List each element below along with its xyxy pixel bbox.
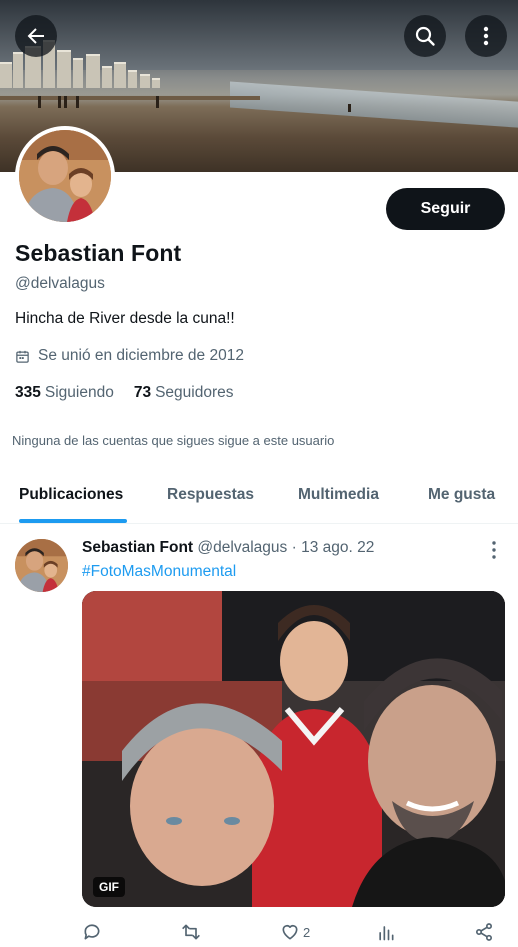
post-media-gif[interactable]: GIF: [82, 591, 505, 907]
search-button[interactable]: [404, 15, 446, 57]
calendar-icon: [16, 350, 29, 363]
share-icon: [476, 923, 492, 941]
profile-name: Sebastian Font: [15, 240, 182, 266]
post-author-handle[interactable]: @delvalagus: [197, 539, 287, 556]
profile-handle: @delvalagus: [15, 275, 105, 292]
follow-button[interactable]: Seguir: [386, 188, 505, 230]
search-icon: [415, 26, 435, 46]
retweet-icon: [182, 924, 200, 940]
mutual-follow-note: Ninguna de las cuentas que sigues sigue …: [12, 433, 335, 448]
post-actions: 2: [82, 918, 505, 946]
join-date: Se unió en diciembre de 2012: [15, 347, 244, 365]
followers-link[interactable]: 73 Seguidores: [134, 384, 234, 402]
active-tab-indicator: [19, 519, 127, 523]
more-options-button[interactable]: [465, 15, 507, 57]
heart-icon: [282, 924, 298, 940]
profile-tabs: Publicaciones Respuestas Multimedia Me g…: [0, 466, 518, 524]
gif-badge: GIF: [93, 877, 125, 897]
post-author-name[interactable]: Sebastian Font: [82, 539, 193, 556]
join-date-text: Se unió en diciembre de 2012: [38, 347, 244, 364]
arrow-left-icon: [27, 28, 44, 44]
like-button[interactable]: 2: [280, 922, 310, 942]
more-vertical-icon: [483, 26, 489, 46]
profile-bio: Hincha de River desde la cuna!!: [15, 310, 235, 327]
like-count: 2: [303, 924, 311, 940]
following-link[interactable]: 335 Siguiendo: [15, 384, 114, 402]
post-separator: ·: [291, 539, 297, 556]
tab-respuestas[interactable]: Respuestas: [167, 486, 254, 504]
post-date[interactable]: 13 ago. 22: [301, 539, 374, 556]
follow-stats: 335 Siguiendo 73 Seguidores: [15, 384, 234, 402]
post-author-avatar[interactable]: [15, 539, 68, 592]
reply-icon: [84, 924, 100, 940]
views-button[interactable]: [376, 922, 399, 942]
post-hashtag[interactable]: #FotoMasMonumental: [82, 563, 236, 581]
post-more-icon[interactable]: [488, 540, 500, 560]
post-header: Sebastian Font @delvalagus · 13 ago. 22: [82, 539, 374, 557]
tab-multimedia[interactable]: Multimedia: [298, 486, 379, 504]
tab-publicaciones[interactable]: Publicaciones: [19, 486, 123, 504]
profile-avatar[interactable]: [15, 126, 115, 226]
share-button[interactable]: [474, 922, 494, 942]
tab-me-gusta[interactable]: Me gusta: [428, 486, 495, 504]
reply-button[interactable]: [82, 922, 105, 942]
views-bar-chart-icon: [379, 926, 394, 941]
retweet-button[interactable]: [180, 922, 205, 942]
back-button[interactable]: [15, 15, 57, 57]
